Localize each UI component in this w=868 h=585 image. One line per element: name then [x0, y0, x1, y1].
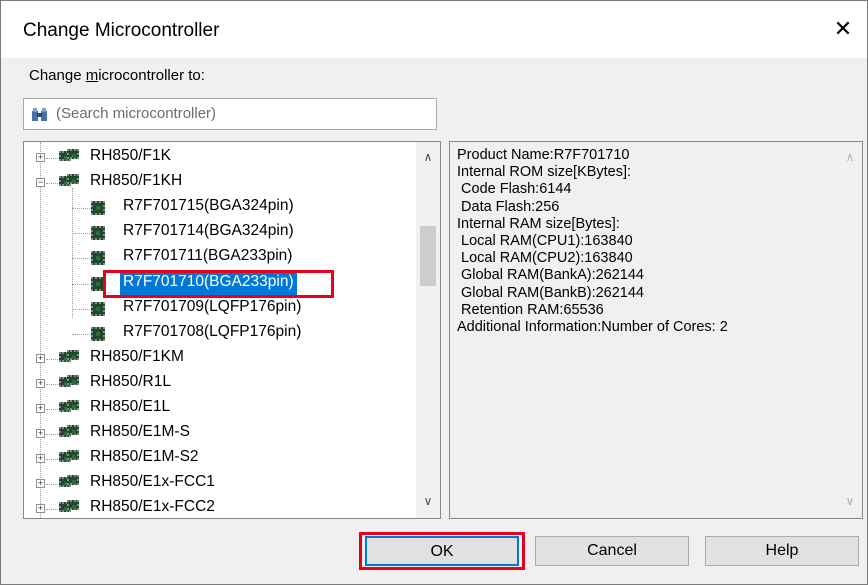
- tree-connector: [46, 183, 58, 185]
- chip-group-icon: [59, 174, 83, 190]
- chip-icon: [67, 425, 79, 436]
- chip-icon: [67, 174, 79, 185]
- help-button[interactable]: Help: [705, 536, 859, 566]
- tree-connector: [46, 158, 58, 159]
- tree-item-series[interactable]: RH850/E1x-FCC1: [90, 473, 215, 495]
- search-placeholder: (Search microcontroller): [56, 105, 217, 122]
- binoculars-icon: [32, 108, 47, 121]
- search-input[interactable]: (Search microcontroller): [23, 98, 437, 130]
- info-scrollbar: ∧ ∨: [838, 142, 862, 518]
- tree-item-series[interactable]: RH850/R1L: [90, 373, 171, 395]
- microcontroller-tree[interactable]: + RH850/F1K − RH850/F1KH R7F701715(BGA324pin…: [23, 141, 441, 519]
- tree-item-series[interactable]: RH850/F1K: [90, 147, 171, 169]
- chip-group-icon: [59, 425, 83, 441]
- chip-icon: [67, 475, 79, 486]
- tree-connector: [46, 383, 58, 385]
- expand-icon[interactable]: +: [36, 378, 45, 388]
- tree-connector: [46, 459, 58, 461]
- chip-icon: [67, 149, 79, 159]
- expand-icon[interactable]: +: [36, 454, 45, 464]
- tree-connector: [46, 434, 58, 436]
- chip-group-icon: [59, 450, 83, 466]
- expand-icon[interactable]: +: [36, 479, 45, 489]
- title-bar: Change Microcontroller ✕: [1, 1, 867, 58]
- expand-icon[interactable]: +: [36, 353, 45, 363]
- info-line: Global RAM(BankB):262144: [457, 284, 644, 301]
- info-line: Additional Information:Number of Cores: …: [457, 319, 728, 336]
- tree-connector: [46, 509, 58, 511]
- tree-connector: [72, 258, 90, 260]
- close-icon[interactable]: ✕: [829, 15, 857, 43]
- device-info-text: Product Name:R7F701710 Internal ROM size[…: [457, 147, 728, 336]
- tree-item-series[interactable]: RH850/F1KH: [90, 172, 182, 194]
- tree-connector: [72, 233, 90, 235]
- info-line: Internal RAM size[Bytes]:: [457, 215, 620, 232]
- tree-connector: [46, 358, 58, 360]
- info-line: Internal ROM size[KBytes]:: [457, 164, 632, 181]
- chip-icon: [67, 349, 79, 360]
- chip-group-icon: [59, 400, 83, 416]
- tree-connector: [46, 484, 58, 486]
- chip-icon: [67, 400, 79, 410]
- change-microcontroller-dialog: Change Microcontroller ✕ Change microcon…: [0, 0, 868, 585]
- tree-connector: [46, 409, 58, 410]
- tree-connector: [72, 208, 90, 210]
- tree-item-device[interactable]: R7F701714(BGA324pin): [120, 222, 297, 244]
- chip-group-icon: [59, 500, 83, 516]
- scroll-thumb[interactable]: [420, 226, 436, 286]
- ok-highlight-box: [359, 532, 525, 570]
- chip-icon: [67, 500, 79, 511]
- dialog-title: Change Microcontroller: [23, 20, 220, 41]
- chip-icon: [91, 226, 105, 241]
- tree-item-device[interactable]: R7F701709(LQFP176pin): [120, 298, 304, 320]
- tree-item-series[interactable]: RH850/E1M-S2: [90, 448, 199, 470]
- collapse-icon[interactable]: −: [36, 178, 45, 188]
- info-line: Code Flash:6144: [457, 181, 572, 198]
- scroll-up-icon[interactable]: ∧: [421, 150, 435, 164]
- chip-icon: [91, 201, 105, 216]
- tree-items: + RH850/F1K − RH850/F1KH R7F701715(BGA324pin…: [24, 142, 416, 518]
- info-line: Product Name:R7F701710: [457, 147, 630, 163]
- chip-group-icon: [59, 475, 83, 491]
- info-scroll-down-icon: ∨: [845, 494, 855, 508]
- info-scroll-up-icon: ∧: [845, 150, 855, 164]
- expand-icon[interactable]: +: [36, 404, 45, 413]
- expand-icon[interactable]: +: [36, 429, 45, 439]
- tree-connector: [72, 283, 90, 285]
- tree-item-series[interactable]: RH850/E1x-FCC2: [90, 498, 215, 518]
- tree-connector: [72, 308, 90, 310]
- tree-item-series[interactable]: RH850/F1KM: [90, 348, 184, 370]
- chip-icon: [91, 326, 105, 341]
- scroll-down-icon[interactable]: ∨: [421, 494, 435, 508]
- cancel-button[interactable]: Cancel: [535, 536, 689, 566]
- tree-scrollbar[interactable]: ∧ ∨: [416, 142, 440, 518]
- info-line: Global RAM(BankA):262144: [457, 267, 644, 284]
- tree-item-series[interactable]: RH850/E1L: [90, 398, 170, 420]
- chip-group-icon: [59, 149, 83, 165]
- info-line: Local RAM(CPU2):163840: [457, 250, 633, 267]
- change-to-label: Change microcontroller to:: [29, 67, 205, 84]
- info-line: Data Flash:256: [457, 198, 560, 215]
- chip-icon: [91, 251, 105, 266]
- chip-group-icon: [59, 349, 83, 366]
- tree-connector: [72, 333, 90, 335]
- device-info-panel: Product Name:R7F701710 Internal ROM size[…: [449, 141, 863, 519]
- tree-item-device[interactable]: R7F701711(BGA233pin): [120, 247, 295, 269]
- tree-item-device[interactable]: R7F701715(BGA324pin): [120, 197, 297, 219]
- expand-icon[interactable]: +: [36, 153, 45, 162]
- selected-highlight-box: [103, 269, 334, 298]
- expand-icon[interactable]: +: [36, 504, 45, 514]
- tree-item-device[interactable]: R7F701708(LQFP176pin): [120, 323, 304, 345]
- chip-icon: [67, 374, 79, 385]
- chip-icon: [91, 301, 105, 316]
- info-line: Retention RAM:65536: [457, 301, 604, 318]
- chip-group-icon: [59, 374, 83, 391]
- tree-item-series[interactable]: RH850/E1M-S: [90, 423, 190, 445]
- info-line: Local RAM(CPU1):163840: [457, 233, 633, 250]
- chip-icon: [67, 450, 79, 461]
